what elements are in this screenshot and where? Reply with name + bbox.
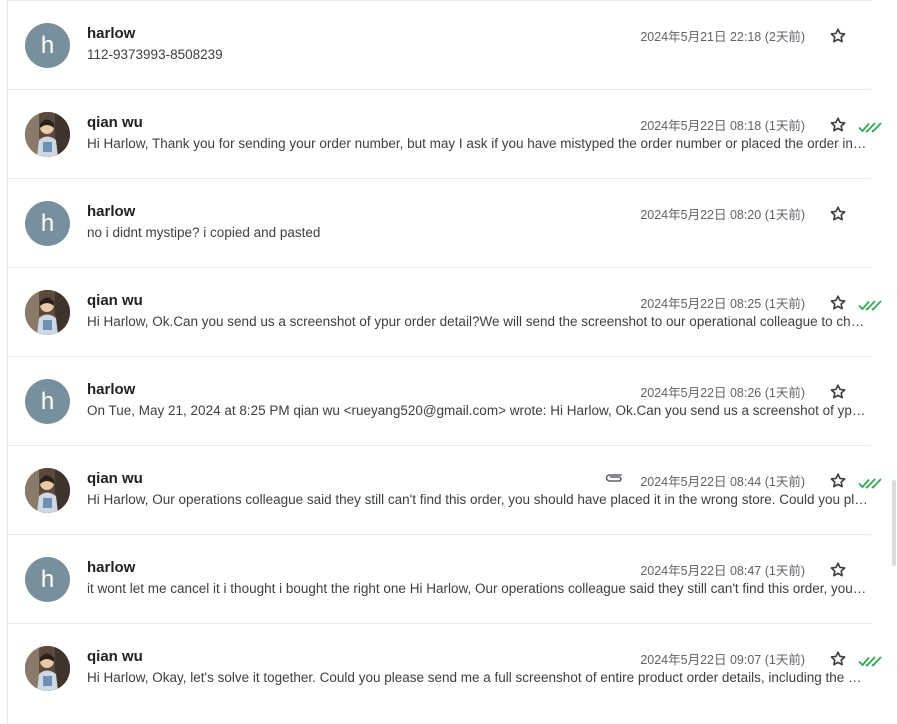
sender-name: qian wu (87, 648, 143, 665)
avatar-letter: h (25, 23, 70, 68)
sender-name: qian wu (87, 114, 143, 131)
avatar-photo (25, 468, 70, 513)
star-icon[interactable] (827, 292, 849, 314)
avatar-photo (25, 290, 70, 335)
sender-name: harlow (87, 25, 136, 42)
double-check-icon (858, 476, 882, 490)
message-date: 2024年5月22日 08:44 (1天前) (640, 475, 805, 489)
avatar-letter: h (25, 201, 70, 246)
star-icon[interactable] (827, 25, 849, 47)
avatar-photo (25, 112, 70, 157)
attachment-icon (604, 470, 624, 484)
message-row[interactable]: qian wu Hi Harlow, Our operations colleag… (8, 445, 882, 535)
double-check-icon (858, 120, 882, 134)
sender-name: qian wu (87, 470, 143, 487)
message-snippet: Hi Harlow, Ok.Can you send us a screensh… (87, 314, 868, 329)
avatar-letter: h (25, 557, 70, 602)
double-check-icon (858, 298, 882, 312)
message-row[interactable]: h harlow 112-9373993-8508239 2024年5月21日 22:… (8, 0, 871, 90)
scrollbar-thumb[interactable] (892, 480, 896, 566)
message-row[interactable]: qian wu Hi Harlow, Okay, let's solve it t… (8, 623, 882, 713)
message-row[interactable]: h harlow no i didnt mystipe? i copied and … (8, 178, 871, 268)
avatar-photo (25, 646, 70, 691)
message-date: 2024年5月22日 08:25 (1天前) (640, 297, 805, 311)
message-snippet: Hi Harlow, Thank you for sending your or… (87, 136, 868, 151)
message-date: 2024年5月22日 09:07 (1天前) (640, 653, 805, 667)
message-row[interactable]: h harlow On Tue, May 21, 2024 at 8:25 PM q… (8, 356, 871, 446)
avatar-letter: h (25, 379, 70, 424)
message-date: 2024年5月22日 08:26 (1天前) (640, 386, 805, 400)
message-thread: h harlow 112-9373993-8508239 2024年5月21日 22:… (7, 0, 882, 724)
star-icon[interactable] (827, 559, 849, 581)
message-date: 2024年5月21日 22:18 (2天前) (640, 30, 805, 44)
message-snippet: it wont let me cancel it i thought i bou… (87, 581, 868, 596)
message-date: 2024年5月22日 08:47 (1天前) (640, 564, 805, 578)
sender-name: harlow (87, 559, 136, 576)
message-snippet: Hi Harlow, Our operations colleague said… (87, 492, 868, 507)
sender-name: harlow (87, 203, 136, 220)
message-row[interactable]: qian wu Hi Harlow, Thank you for sending … (8, 89, 882, 179)
message-snippet: 112-9373993-8508239 (87, 47, 223, 62)
message-snippet: Hi Harlow, Okay, let's solve it together… (87, 670, 868, 685)
message-snippet: no i didnt mystipe? i copied and pasted (87, 225, 321, 240)
sender-name: qian wu (87, 292, 143, 309)
star-icon[interactable] (827, 114, 849, 136)
sender-name: harlow (87, 381, 136, 398)
message-row[interactable]: qian wu Hi Harlow, Ok.Can you send us a s… (8, 267, 882, 357)
message-row[interactable]: h harlow it wont let me cancel it i though… (8, 534, 871, 624)
double-check-icon (858, 654, 882, 668)
star-icon[interactable] (827, 381, 849, 403)
message-date: 2024年5月22日 08:18 (1天前) (640, 119, 805, 133)
star-icon[interactable] (827, 648, 849, 670)
message-snippet: On Tue, May 21, 2024 at 8:25 PM qian wu … (87, 403, 868, 418)
star-icon[interactable] (827, 203, 849, 225)
message-date: 2024年5月22日 08:20 (1天前) (640, 208, 805, 222)
star-icon[interactable] (827, 470, 849, 492)
